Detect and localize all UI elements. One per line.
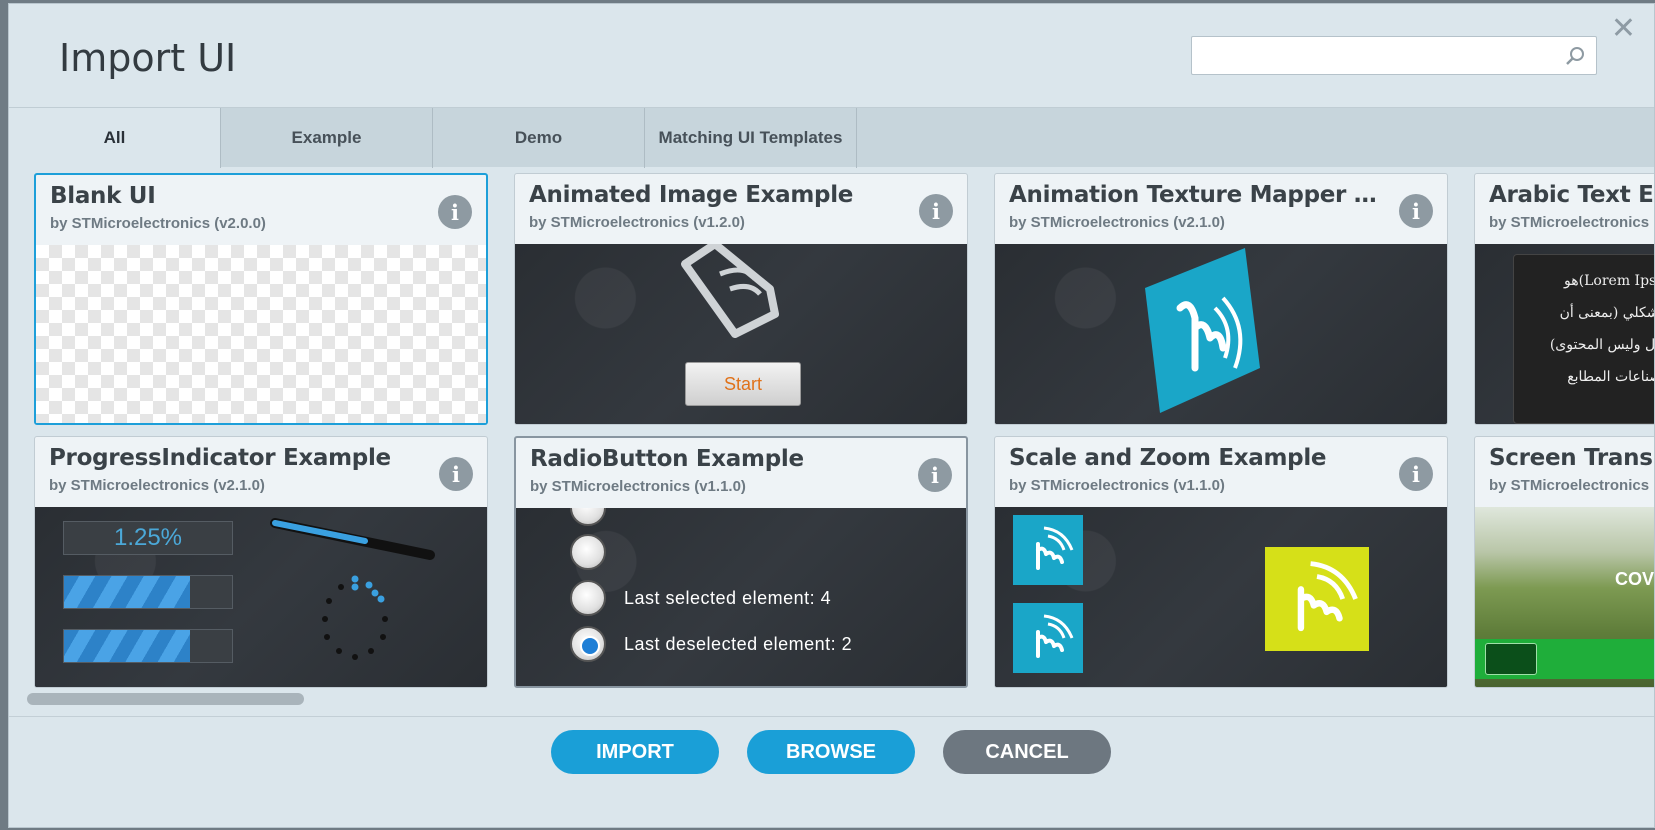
card-header: RadioButton Example by STMicroelectronic… — [516, 438, 966, 508]
card-header: Arabic Text Exa by STMicroelectronics ( — [1475, 174, 1655, 244]
cancel-button[interactable]: CANCEL — [943, 730, 1111, 774]
info-icon[interactable]: i — [1399, 457, 1433, 491]
card-title: Arabic Text Exa — [1489, 182, 1654, 208]
template-grid: Blank UI by STMicroelectronics (v2.0.0) … — [9, 167, 1655, 751]
horizontal-scrollbar[interactable] — [27, 693, 304, 705]
tab-example[interactable]: Example — [221, 108, 433, 168]
template-card-radiobutton[interactable]: RadioButton Example by STMicroelectronic… — [514, 436, 968, 688]
info-icon[interactable]: i — [439, 457, 473, 491]
search-input[interactable] — [1192, 37, 1552, 73]
card-preview — [995, 244, 1447, 424]
card-title: ProgressIndicator Example — [49, 445, 391, 471]
template-card-blank-ui[interactable]: Blank UI by STMicroelectronics (v2.0.0) … — [34, 173, 488, 425]
dialog-title: Import UI — [59, 36, 237, 80]
arabic-line: الشكل وليس المحتوى) — [1549, 337, 1655, 353]
card-header: ProgressIndicator Example by STMicroelec… — [35, 437, 487, 507]
card-title: Screen Transiti — [1489, 445, 1654, 471]
arabic-line: (Lorem Ipsum)هو — [1564, 273, 1654, 289]
template-card-arabic-text[interactable]: Arabic Text Exa by STMicroelectronics ( … — [1474, 173, 1655, 425]
tab-all[interactable]: All — [9, 108, 221, 168]
import-ui-dialog: Import UI ✕ All Example Demo Matching UI… — [8, 3, 1655, 828]
info-icon[interactable]: i — [1399, 194, 1433, 228]
card-subtitle: by STMicroelectronics ( — [1489, 214, 1655, 231]
card-preview: 1.25% — [35, 507, 487, 687]
rotated-hand-tile-icon — [1145, 248, 1260, 413]
arabic-line: في صناعات المطابع — [1567, 369, 1654, 385]
hand-tile-icon — [1013, 603, 1083, 673]
tab-demo[interactable]: Demo — [433, 108, 645, 168]
template-card-scale-and-zoom[interactable]: Scale and Zoom Example by STMicroelectro… — [994, 436, 1448, 688]
card-subtitle: by STMicroelectronics — [1489, 477, 1650, 494]
footer-divider — [9, 716, 1654, 717]
card-subtitle: by STMicroelectronics (v2.0.0) — [50, 215, 266, 232]
radio-icon — [570, 534, 606, 570]
radio-icon — [570, 580, 606, 616]
circle-progress-icon — [322, 575, 388, 660]
start-button: Start — [685, 362, 801, 406]
template-card-animation-texture-mapper[interactable]: Animation Texture Mapper Exa... by STMic… — [994, 173, 1448, 425]
card-title: Scale and Zoom Example — [1009, 445, 1327, 471]
card-title: Animation Texture Mapper Exa... — [1009, 182, 1389, 208]
card-header: Scale and Zoom Example by STMicroelectro… — [995, 437, 1447, 507]
card-header: Blank UI by STMicroelectronics (v2.0.0) … — [36, 175, 486, 245]
card-subtitle: by STMicroelectronics (v2.1.0) — [1009, 214, 1225, 231]
tab-matching-ui-templates[interactable]: Matching UI Templates — [645, 108, 857, 168]
card-preview: Last selected element: 4 Last deselected… — [516, 508, 966, 686]
card-preview — [36, 245, 486, 423]
card-title: Animated Image Example — [529, 182, 854, 208]
last-selected-label: Last selected element: 4 — [624, 588, 832, 608]
line-progress-icon — [270, 518, 435, 560]
progress-bar — [63, 629, 233, 663]
close-icon[interactable]: ✕ — [1611, 14, 1636, 44]
progress-fill — [64, 630, 190, 662]
template-card-progress-indicator[interactable]: ProgressIndicator Example by STMicroelec… — [34, 436, 488, 688]
info-icon[interactable]: i — [918, 458, 952, 492]
progress-bar — [63, 575, 233, 609]
arabic-text-panel: (Lorem Ipsum)هو نص شكلي (بمعنى أن الشكل … — [1513, 254, 1655, 424]
arabic-line: نص شكلي (بمعنى أن — [1559, 305, 1655, 321]
card-subtitle: by STMicroelectronics (v1.1.0) — [530, 478, 746, 495]
import-button[interactable]: IMPORT — [551, 730, 719, 774]
card-header: Animation Texture Mapper Exa... by STMic… — [995, 174, 1447, 244]
card-preview: (Lorem Ipsum)هو نص شكلي (بمعنى أن الشكل … — [1475, 244, 1655, 424]
card-title: Blank UI — [50, 183, 156, 209]
radio-selected-icon — [570, 626, 606, 662]
card-preview: Start — [515, 244, 967, 424]
template-card-animated-image[interactable]: Animated Image Example by STMicroelectro… — [514, 173, 968, 425]
percent-readout: 1.25% — [63, 521, 233, 555]
card-preview — [995, 507, 1447, 687]
tab-bar: All Example Demo Matching UI Templates — [9, 107, 1654, 168]
card-subtitle: by STMicroelectronics (v1.2.0) — [529, 214, 745, 231]
browse-button[interactable]: BROWSE — [747, 730, 915, 774]
search-icon[interactable] — [1564, 45, 1586, 72]
zoomed-hand-tile-icon — [1265, 547, 1369, 651]
radio-icon — [570, 508, 606, 526]
last-deselected-label: Last deselected element: 2 — [624, 634, 853, 654]
info-icon[interactable]: i — [919, 194, 953, 228]
card-header: Animated Image Example by STMicroelectro… — [515, 174, 967, 244]
progress-fill — [64, 576, 190, 608]
bottom-toolbar — [1475, 639, 1654, 679]
card-preview: COV — [1475, 507, 1655, 687]
touch-hand-icon — [681, 244, 779, 338]
card-subtitle: by STMicroelectronics (v1.1.0) — [1009, 477, 1225, 494]
card-title: RadioButton Example — [530, 446, 804, 472]
speed-gauge-icon — [1485, 643, 1537, 675]
search-box[interactable] — [1191, 36, 1597, 75]
info-icon[interactable]: i — [438, 195, 472, 229]
template-card-screen-transitions[interactable]: Screen Transiti by STMicroelectronics CO… — [1474, 436, 1655, 688]
cover-text: COV — [1615, 569, 1655, 589]
card-header: Screen Transiti by STMicroelectronics — [1475, 437, 1654, 507]
hand-tile-icon — [1013, 515, 1083, 585]
card-subtitle: by STMicroelectronics (v2.1.0) — [49, 477, 265, 494]
